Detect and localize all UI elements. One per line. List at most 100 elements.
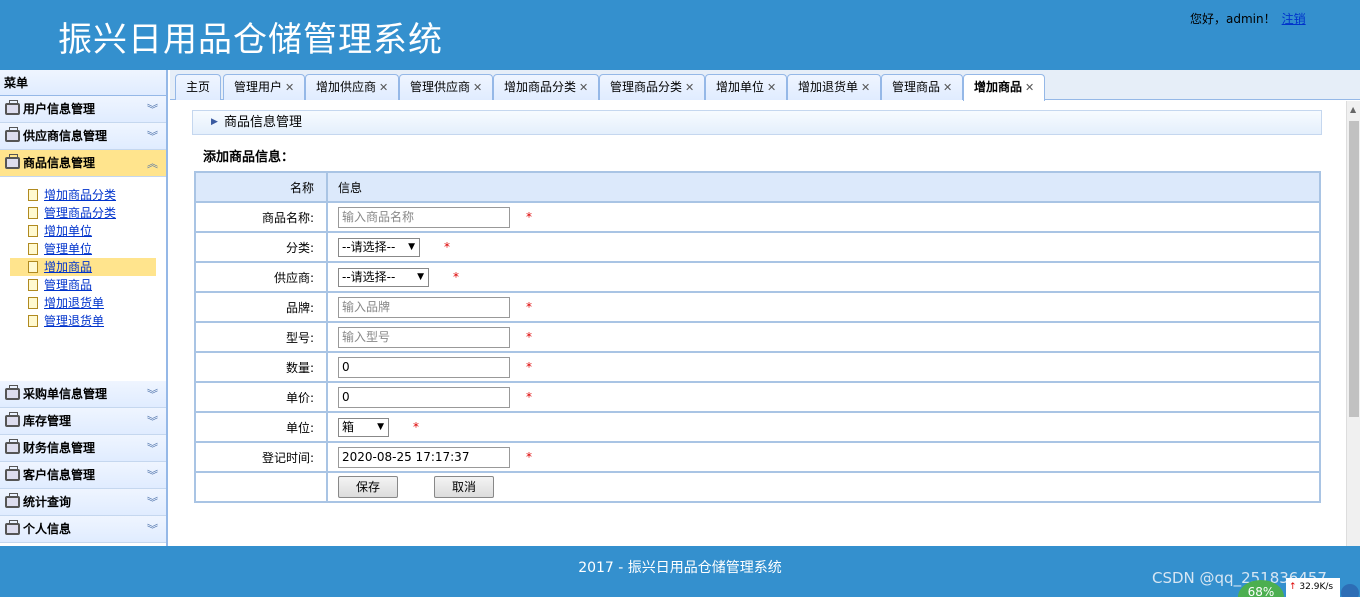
scroll-up-icon[interactable]: ▲ <box>1350 105 1356 114</box>
printer-icon <box>5 466 20 481</box>
main-area: 主页 管理用户 ✕ 增加供应商 ✕ 管理供应商 ✕ 增加商品分类 ✕ 管理商品分类 ✕ 增… <box>170 70 1360 546</box>
menu-group-profile[interactable]: 个人信息 ︾ <box>0 516 166 543</box>
scrollbar-thumb[interactable] <box>1349 121 1359 417</box>
tab-manage-product[interactable]: 管理商品 ✕ <box>881 74 964 100</box>
submenu-item-add-unit[interactable]: 增加单位 <box>10 222 156 240</box>
header-name: 名称 <box>194 171 328 203</box>
required-mark: * <box>453 270 459 284</box>
submenu-item-add-category[interactable]: 增加商品分类 <box>10 186 156 204</box>
app-title: 振兴日用品仓储管理系统 <box>58 20 443 60</box>
close-icon[interactable]: ✕ <box>579 81 588 94</box>
form-header-row: 名称 信息 <box>194 171 1321 203</box>
menu-group-purchase[interactable]: 采购单信息管理 ︾ <box>0 381 166 408</box>
select-value: 箱 <box>342 419 355 434</box>
menu-group-label: 用户信息管理 <box>23 102 96 116</box>
model-label: 型号: <box>194 321 328 353</box>
menu-group-label: 个人信息 <box>23 522 72 536</box>
menu-group-user[interactable]: 用户信息管理 ︾ <box>0 96 166 123</box>
menu-group-finance[interactable]: 财务信息管理 ︾ <box>0 435 166 462</box>
submenu-link[interactable]: 管理单位 <box>44 242 92 256</box>
form-row: 品牌: 输入品牌 * <box>194 291 1321 323</box>
form-row: 型号: 输入型号 * <box>194 321 1321 353</box>
required-mark: * <box>526 390 532 404</box>
register-time-input[interactable]: 2020-08-25 17:17:37 <box>338 446 510 468</box>
menu-group-customer[interactable]: 客户信息管理 ︾ <box>0 462 166 489</box>
chevron-down-icon: ︾ <box>147 496 158 509</box>
tab-add-return[interactable]: 增加退货单 ✕ <box>787 74 882 100</box>
chevron-down-icon: ︾ <box>147 442 158 455</box>
menu-group-label: 采购单信息管理 <box>23 387 108 401</box>
tab-manage-supplier[interactable]: 管理供应商 ✕ <box>399 74 494 100</box>
menu-group-stock[interactable]: 库存管理 ︾ <box>0 408 166 435</box>
chevron-down-icon: ︾ <box>147 415 158 428</box>
tab-add-category[interactable]: 增加商品分类 ✕ <box>493 74 600 100</box>
close-icon[interactable]: ✕ <box>285 81 294 94</box>
triangle-right-icon: ▶ <box>211 117 218 127</box>
unit-select[interactable]: 箱 ▼ <box>338 417 389 437</box>
chevron-down-icon: ︾ <box>147 469 158 482</box>
vertical-scrollbar[interactable]: ▲ <box>1346 101 1360 546</box>
document-icon <box>28 261 38 273</box>
supplier-select[interactable]: --请选择-- ▼ <box>338 267 429 287</box>
footer: 2017 - 振兴日用品仓储管理系统 CSDN @qq_251836457 68… <box>0 546 1360 597</box>
cancel-button[interactable]: 取消 <box>434 476 494 498</box>
close-icon[interactable]: ✕ <box>861 81 870 94</box>
submenu-item-manage-product[interactable]: 管理商品 <box>10 276 156 294</box>
brand-input[interactable]: 输入品牌 <box>338 296 510 318</box>
submenu-link[interactable]: 增加商品 <box>44 260 92 274</box>
close-icon[interactable]: ✕ <box>943 81 952 94</box>
menu-group-product[interactable]: 商品信息管理 ︽ <box>0 150 166 177</box>
submenu-item-manage-unit[interactable]: 管理单位 <box>10 240 156 258</box>
close-icon[interactable]: ✕ <box>473 81 482 94</box>
document-icon <box>28 207 38 219</box>
tab-label: 增加单位 <box>716 80 765 94</box>
printer-icon <box>5 412 20 427</box>
select-value: --请选择-- <box>342 269 396 284</box>
product-name-input[interactable]: 输入商品名称 <box>338 206 510 228</box>
document-icon <box>28 279 38 291</box>
submenu-link[interactable]: 增加单位 <box>44 224 92 238</box>
chevron-down-icon: ︾ <box>147 103 158 116</box>
submenu-link[interactable]: 增加商品分类 <box>44 188 116 202</box>
network-speed: ↑ 32.9K/s <box>1286 578 1340 597</box>
submenu-item-manage-category[interactable]: 管理商品分类 <box>10 204 156 222</box>
tab-add-product[interactable]: 增加商品 ✕ <box>963 74 1046 101</box>
submenu-item-manage-return[interactable]: 管理退货单 <box>10 312 156 330</box>
required-mark: * <box>413 420 419 434</box>
close-icon[interactable]: ✕ <box>767 81 776 94</box>
close-icon[interactable]: ✕ <box>1025 81 1034 94</box>
tab-home[interactable]: 主页 <box>175 74 222 100</box>
form-row: 供应商: --请选择-- ▼ * <box>194 261 1321 293</box>
tab-add-supplier[interactable]: 增加供应商 ✕ <box>305 74 400 100</box>
close-icon[interactable]: ✕ <box>379 81 388 94</box>
submenu-item-add-product[interactable]: 增加商品 <box>10 258 156 276</box>
close-icon[interactable]: ✕ <box>685 81 694 94</box>
required-mark: * <box>526 210 532 224</box>
menu-group-stats[interactable]: 统计查询 ︾ <box>0 489 166 516</box>
menu-group-supplier[interactable]: 供应商信息管理 ︾ <box>0 123 166 150</box>
tab-manage-category[interactable]: 管理商品分类 ✕ <box>599 74 706 100</box>
quantity-input[interactable]: 0 <box>338 356 510 378</box>
tab-bar: 主页 管理用户 ✕ 增加供应商 ✕ 管理供应商 ✕ 增加商品分类 ✕ 管理商品分类 ✕ 增… <box>170 70 1360 101</box>
required-mark: * <box>526 300 532 314</box>
tab-add-unit[interactable]: 增加单位 ✕ <box>705 74 788 100</box>
price-label: 单价: <box>194 381 328 413</box>
price-input[interactable]: 0 <box>338 386 510 408</box>
menu-group-label: 财务信息管理 <box>23 441 96 455</box>
tab-label: 增加商品 <box>974 80 1023 94</box>
tab-manage-user[interactable]: 管理用户 ✕ <box>223 74 306 100</box>
category-select[interactable]: --请选择-- ▼ <box>338 237 420 257</box>
submenu: 增加商品分类 管理商品分类 增加单位 管理单位 增加商品 管理商品 增加退货单 … <box>0 177 166 381</box>
greeting-text: 您好，admin！ <box>1190 12 1276 26</box>
printer-icon <box>5 385 20 400</box>
submenu-link[interactable]: 管理退货单 <box>44 314 104 328</box>
save-button[interactable]: 保存 <box>338 476 398 498</box>
logout-link[interactable]: 注销 <box>1282 12 1306 26</box>
submenu-link[interactable]: 增加退货单 <box>44 296 104 310</box>
submenu-item-add-return[interactable]: 增加退货单 <box>10 294 156 312</box>
form-row: 单价: 0 * <box>194 381 1321 413</box>
time-label: 登记时间: <box>194 441 328 473</box>
submenu-link[interactable]: 管理商品 <box>44 278 92 292</box>
model-input[interactable]: 输入型号 <box>338 326 510 348</box>
submenu-link[interactable]: 管理商品分类 <box>44 206 116 220</box>
